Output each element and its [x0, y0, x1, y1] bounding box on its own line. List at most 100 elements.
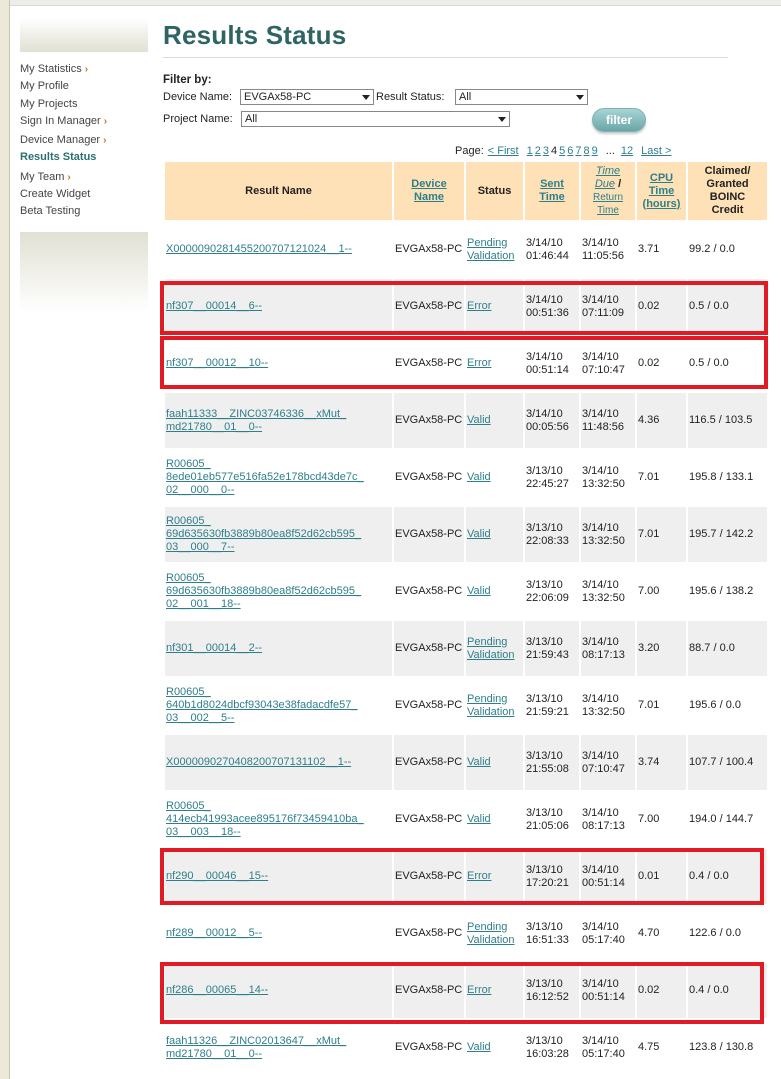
status-link[interactable]: Error [467, 300, 491, 312]
credit: 107.7 / 100.4 [689, 756, 754, 768]
status-link[interactable]: Valid [467, 813, 491, 825]
status-link[interactable]: Validation [467, 250, 515, 262]
header-cpu-time[interactable]: CPU Time (hours) [637, 162, 686, 220]
sent-time-cell: 3/13/10 21:59:21 [525, 678, 579, 733]
result-name-cell: nf301__00014__2-- [165, 621, 392, 676]
status-link[interactable]: Validation [467, 934, 515, 946]
sidebar-item[interactable]: My Statistics › [20, 63, 150, 80]
result-name-link[interactable]: faah11333__ZINC03746336__xMut_ [166, 408, 346, 420]
status-link[interactable]: Validation [467, 706, 515, 718]
result-name-link[interactable]: nf289__00012__5-- [166, 927, 262, 939]
page-link[interactable]: 1 [527, 145, 533, 157]
sidebar-item[interactable]: Beta Testing [20, 205, 150, 222]
page-link[interactable]: 9 [592, 145, 598, 157]
sent-time: 21:59:43 [526, 648, 569, 661]
page-link[interactable]: 3 [543, 145, 549, 157]
last-page-link[interactable]: Last > [641, 145, 671, 157]
result-name-link[interactable]: R00605_ [166, 515, 211, 527]
result-name-link[interactable]: 03__000__7-- [166, 541, 235, 553]
status-cell: Pending Validation [466, 906, 523, 961]
result-name-cell: faah11326__ZINC02013647__xMut_ md21780__0… [165, 1020, 392, 1075]
sidebar-item-label: Results Status [20, 151, 97, 164]
cpu-time-cell: 4.36 [637, 393, 686, 448]
page-link[interactable]: 6 [567, 145, 573, 157]
result-name-link[interactable]: nf307__00014__6-- [166, 300, 262, 312]
result-name-link[interactable]: 8ede01eb577e516fa52e178bcd43de7c_ [166, 471, 364, 483]
device-name-select[interactable]: EVGAx58-PC [240, 89, 374, 105]
result-name-link[interactable]: faah11326__ZINC02013647__xMut_ [166, 1035, 346, 1047]
result-name-link[interactable]: md21780__01__0-- [166, 1048, 262, 1060]
status-link[interactable]: Error [467, 870, 491, 882]
status-link[interactable]: Valid [467, 471, 491, 483]
status-link[interactable]: Pending [467, 921, 507, 933]
filter-button[interactable]: filter [592, 108, 646, 132]
result-status-label: Result Status: [376, 91, 445, 103]
result-name-link[interactable]: nf290__00046__15-- [166, 870, 268, 882]
status-link[interactable]: Valid [467, 585, 491, 597]
sent-time: 16:12:52 [526, 990, 569, 1003]
header-time-due[interactable]: Time Due / Return Time [581, 162, 635, 220]
sidebar-item[interactable]: Device Manager › [20, 134, 150, 151]
return-time-sort-link[interactable]: Return Time [593, 192, 623, 216]
chevron-down-icon [498, 117, 506, 122]
sidebar-item[interactable]: My Profile [20, 80, 150, 97]
status-link[interactable]: Error [467, 984, 491, 996]
result-name-cell: R00605_ 8ede01eb577e516fa52e178bcd43de7c_… [165, 450, 392, 505]
cpu-time-cell: 7.01 [637, 450, 686, 505]
result-name-link[interactable]: X0000090270408200707131102__1-- [166, 756, 351, 768]
page-link[interactable]: 2 [535, 145, 541, 157]
result-name-link[interactable]: nf307__00012__10-- [166, 357, 268, 369]
sidebar-item[interactable]: Create Widget [20, 188, 150, 205]
device-name: EVGAx58-PC [395, 756, 463, 768]
result-name-link[interactable]: 03__003__18-- [166, 826, 241, 838]
sidebar-item[interactable]: My Team › [20, 171, 150, 188]
status-link[interactable]: Validation [467, 649, 515, 661]
result-name-link[interactable]: 02__001__18-- [166, 598, 241, 610]
due-time: 07:10:47 [582, 363, 625, 376]
project-name-select[interactable]: All [241, 111, 510, 127]
status-link[interactable]: Error [467, 357, 491, 369]
result-name-link[interactable]: md21780__01__0-- [166, 421, 262, 433]
result-name-link[interactable]: 69d635630fb3889b80ea8f52d62cb595_ [166, 585, 361, 597]
result-name-link[interactable]: 69d635630fb3889b80ea8f52d62cb595_ [166, 528, 361, 540]
result-name-link[interactable]: 640b1d8024dbcf93043e38fadacdfe57_ [166, 699, 357, 711]
page-link[interactable]: 8 [584, 145, 590, 157]
result-name-link[interactable]: X0000090281455200707121024__1-- [166, 243, 352, 255]
sidebar-item[interactable]: Results Status [20, 151, 150, 168]
due-time-cell: 3/14/10 08:17:13 [581, 792, 635, 847]
page-link[interactable]: 12 [621, 145, 633, 157]
result-name-link[interactable]: nf286__00065__14-- [166, 984, 268, 996]
header-device-name[interactable]: Device Name [394, 162, 464, 220]
page-link[interactable]: 7 [575, 145, 581, 157]
credit-cell: 195.8 / 133.1 [688, 450, 767, 505]
status-link[interactable]: Pending [467, 693, 507, 705]
sidebar-item[interactable]: My Projects [20, 98, 150, 115]
page-link[interactable]: 5 [559, 145, 565, 157]
status-link[interactable]: Valid [467, 414, 491, 426]
sidebar-item[interactable]: Sign In Manager › [20, 115, 150, 132]
first-page-link[interactable]: < First [488, 145, 519, 157]
device-name: EVGAx58-PC [395, 813, 463, 825]
sent-time-cell: 3/13/10 16:51:33 [525, 906, 579, 961]
status-link[interactable]: Valid [467, 756, 491, 768]
result-name-link[interactable]: R00605_ [166, 458, 211, 470]
header-sent-time[interactable]: Sent Time [525, 162, 579, 220]
result-name-link[interactable]: 03__002__5-- [166, 712, 235, 724]
status-link[interactable]: Pending [467, 237, 507, 249]
status-link[interactable]: Valid [467, 528, 491, 540]
result-name-link[interactable]: R00605_ [166, 800, 211, 812]
result-name-link[interactable]: R00605_ [166, 686, 211, 698]
status-link[interactable]: Valid [467, 1041, 491, 1053]
due-time-cell: 3/14/10 13:32:50 [581, 564, 635, 619]
due-time: 3/14/10 [582, 350, 619, 363]
result-name-link[interactable]: R00605_ [166, 572, 211, 584]
sent-time: 3/13/10 [526, 749, 563, 762]
result-name-link[interactable]: 414ecb41993acee895176f73459410ba_ [166, 813, 364, 825]
result-name-link[interactable]: 02__000__0-- [166, 484, 235, 496]
sent-time: 21:05:06 [526, 819, 569, 832]
pagination-label: Page: [455, 145, 484, 157]
status-link[interactable]: Pending [467, 636, 507, 648]
time-due-sort-link[interactable]: Time Due [595, 165, 620, 190]
result-status-select[interactable]: All [455, 89, 588, 105]
result-name-link[interactable]: nf301__00014__2-- [166, 642, 262, 654]
